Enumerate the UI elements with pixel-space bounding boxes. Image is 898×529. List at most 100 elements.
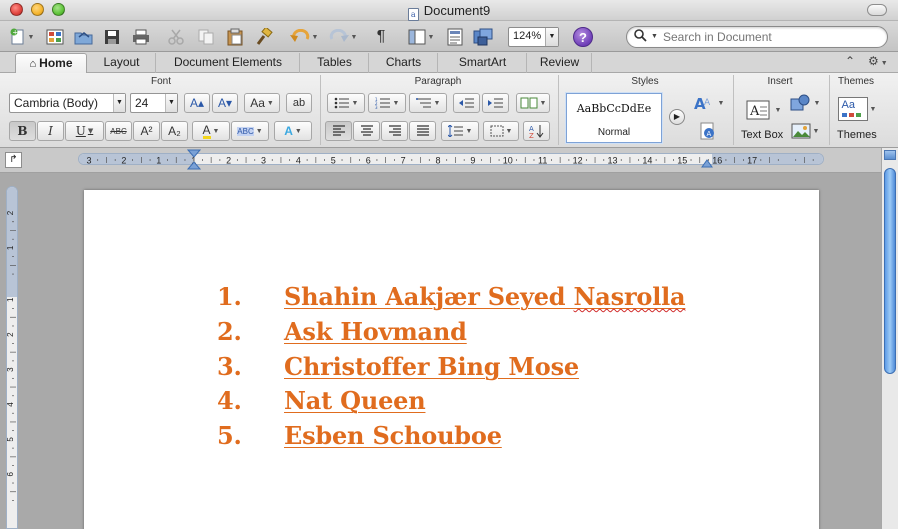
copy-button[interactable] (195, 26, 217, 48)
font-name-select[interactable]: Cambria (Body) ▼ (9, 93, 126, 113)
sort-button[interactable]: AZ (523, 121, 550, 141)
list-item[interactable]: 5. Esben Schouboe (217, 421, 685, 456)
media-browser-button[interactable] (470, 26, 496, 48)
tab-charts[interactable]: Charts (370, 53, 438, 73)
clear-formatting-button[interactable]: ab (286, 93, 312, 113)
text-effects-button[interactable]: A ▼ (274, 121, 312, 141)
window-title-text: Document9 (423, 3, 491, 18)
new-document-button[interactable]: + ▼ (6, 26, 38, 48)
collapse-ribbon-icon[interactable]: ⌃ (845, 54, 855, 68)
tab-stop-selector[interactable]: ↱ (5, 152, 22, 168)
tab-layout[interactable]: Layout (88, 53, 156, 73)
ruler-number: 14 (642, 156, 652, 166)
first-line-indent-marker[interactable] (187, 149, 201, 171)
view-layout-button[interactable] (444, 26, 466, 48)
styles-pane-button[interactable]: A (697, 121, 719, 141)
print-button[interactable] (130, 26, 152, 48)
tab-document-elements[interactable]: Document Elements (157, 53, 300, 73)
chevron-down-icon[interactable]: ▼ (651, 33, 658, 40)
shrink-font-button[interactable]: A▾ (212, 93, 238, 113)
grow-font-button[interactable]: A▴ (184, 93, 210, 113)
search-field[interactable]: ▼ (626, 26, 888, 48)
svg-text:A: A (749, 104, 760, 119)
document-page[interactable]: 1. Shahin Aakjær Seyed Nasrolla 2. Ask H… (84, 190, 819, 529)
gallery-button[interactable] (44, 26, 66, 48)
italic-button[interactable]: I (37, 121, 64, 141)
chevron-down-icon[interactable]: ▼ (113, 94, 125, 112)
tab-smartart[interactable]: SmartArt (439, 53, 527, 73)
list-item[interactable]: 4. Nat Queen (217, 386, 685, 421)
undo-button[interactable]: ▼ (286, 26, 322, 48)
list-item[interactable]: 2. Ask Hovmand (217, 317, 685, 352)
help-button[interactable]: ? (573, 27, 593, 47)
underline-button[interactable]: U ▼ (65, 121, 104, 141)
text-box-button[interactable]: A ▼ (741, 95, 785, 125)
columns-button[interactable]: ▼ (516, 93, 550, 113)
paste-button[interactable] (224, 26, 246, 48)
open-button[interactable] (72, 26, 94, 48)
svg-text:A: A (704, 98, 711, 108)
split-handle[interactable] (884, 150, 896, 160)
chevron-down-icon[interactable]: ▼ (545, 28, 558, 46)
format-painter-button[interactable] (253, 26, 275, 48)
picture-button[interactable]: ▼ (788, 121, 822, 141)
zoom-select[interactable]: 124% ▼ (508, 27, 559, 47)
list-item[interactable]: 1. Shahin Aakjær Seyed Nasrolla (217, 282, 686, 317)
subscript-button[interactable]: A₂ (161, 121, 188, 141)
tab-tables[interactable]: Tables (301, 53, 369, 73)
align-right-button[interactable] (381, 121, 408, 141)
ruler-number: 15 (677, 156, 687, 166)
borders-button[interactable]: ▼ (483, 121, 519, 141)
shape-button[interactable]: ▼ (788, 93, 822, 113)
tab-home[interactable]: ⌂ Home (15, 53, 87, 73)
line-spacing-icon (447, 125, 463, 137)
group-label-insert: Insert (767, 76, 793, 87)
toolbar-toggle-button[interactable] (867, 4, 887, 16)
search-input[interactable] (663, 29, 878, 45)
cut-button[interactable] (165, 26, 187, 48)
style-name: Normal (597, 127, 631, 138)
change-case-button[interactable]: Aa ▼ (244, 93, 280, 113)
manage-styles-button[interactable]: A A ▼ (692, 93, 726, 113)
save-button[interactable] (101, 26, 123, 48)
vertical-ruler[interactable]: 2 1 1 2 3 4 5 6 (6, 186, 18, 529)
redo-button[interactable]: ▼ (326, 26, 360, 48)
gear-icon[interactable]: ⚙ ▼ (868, 54, 888, 68)
ruler-number: 1 (7, 245, 15, 250)
new-document-icon: + (10, 28, 24, 45)
chevron-down-icon: ▼ (311, 33, 319, 41)
list-number: 3. (217, 351, 242, 381)
scrollbar-thumb[interactable] (884, 168, 896, 374)
list-item[interactable]: 3. Christoffer Bing Mose (217, 352, 685, 387)
font-size-select[interactable]: 24 ▼ (130, 93, 178, 113)
bullets-button[interactable]: ▼ (327, 93, 365, 113)
text-color-button[interactable]: A ▼ (192, 121, 230, 141)
columns-icon (520, 97, 538, 109)
align-center-button[interactable] (353, 121, 380, 141)
tab-review[interactable]: Review (528, 53, 592, 73)
numbering-button[interactable]: 1 2 3 ▼ (368, 93, 406, 113)
bold-button[interactable]: B (9, 121, 36, 141)
style-normal[interactable]: AaBbCcDdEe Normal (566, 93, 662, 143)
superscript-button[interactable]: A² (133, 121, 160, 141)
print-icon (133, 29, 149, 45)
show-paragraph-marks-button[interactable]: ¶ (371, 26, 391, 48)
sidebar-button[interactable]: ▼ (402, 26, 440, 48)
decrease-indent-button[interactable] (453, 93, 480, 113)
multilevel-list-button[interactable]: ▼ (409, 93, 447, 113)
chevron-down-icon: ▼ (869, 105, 877, 113)
right-indent-marker[interactable] (701, 158, 713, 168)
strikethrough-button[interactable]: ABC (105, 121, 132, 141)
chevron-right-icon[interactable]: ▶ (669, 109, 685, 125)
svg-text:A: A (707, 130, 712, 138)
chevron-down-icon[interactable]: ▼ (165, 94, 177, 112)
vertical-scrollbar[interactable] (881, 148, 898, 529)
chevron-down-icon: ▼ (294, 127, 302, 135)
increase-indent-button[interactable] (482, 93, 509, 113)
highlight-button[interactable]: ABC ▼ (231, 121, 269, 141)
themes-button[interactable]: Aa ▼ (836, 93, 878, 125)
list-text: Nat Queen (284, 386, 426, 416)
line-spacing-button[interactable]: ▼ (441, 121, 479, 141)
align-left-button[interactable] (325, 121, 352, 141)
justify-button[interactable] (409, 121, 436, 141)
